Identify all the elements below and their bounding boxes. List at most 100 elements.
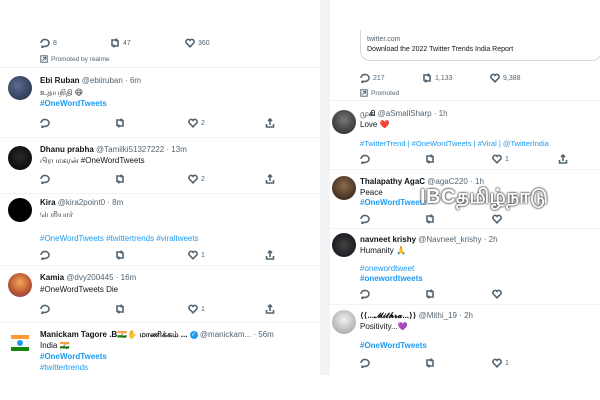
hashtag-link[interactable]: #twittertrends [40, 363, 88, 372]
avatar[interactable] [8, 76, 32, 100]
share-button[interactable] [265, 118, 278, 128]
reply-button[interactable] [40, 174, 53, 184]
hashtag-link[interactable]: #TwitterTrend | #OneWordTweets | #Viral … [360, 139, 549, 148]
like-button[interactable]: 1 [492, 154, 509, 164]
like-button[interactable]: 1 [188, 250, 205, 260]
reply-button[interactable] [40, 118, 53, 128]
like-button[interactable]: 2 [188, 118, 205, 128]
hashtag-link[interactable]: #onewordtweet [360, 264, 414, 273]
avatar[interactable] [332, 310, 356, 334]
user-handle[interactable]: @Tamilki51327222 [96, 145, 164, 154]
reply-button[interactable]: 217 [360, 73, 385, 83]
like-count: 360 [198, 39, 210, 47]
retweet-button[interactable] [115, 174, 128, 184]
share-button[interactable] [265, 250, 278, 260]
reply-icon [360, 73, 370, 83]
timestamp[interactable]: · 2h [484, 235, 498, 244]
link-preview-card[interactable]: twitter.com Download the 2022 Twitter Tr… [360, 30, 600, 61]
user-handle[interactable]: @kira2point0 [58, 198, 105, 207]
hashtag-link[interactable]: #OneWordTweets [360, 198, 427, 207]
display-name[interactable]: ⟨⟨...𝓜𝓲𝓽𝓱𝓻𝓪...⟩⟩ [360, 311, 416, 320]
user-handle[interactable]: @dvy200445 [66, 273, 113, 282]
timestamp[interactable]: · 13m [166, 145, 186, 154]
avatar[interactable] [332, 110, 356, 134]
retweet-button[interactable]: 1,133 [422, 73, 453, 83]
timestamp[interactable]: · 1h [434, 109, 448, 118]
avatar[interactable] [8, 146, 32, 170]
reply-button[interactable]: 8 [40, 38, 57, 48]
timestamp[interactable]: · 2h [459, 311, 473, 320]
display-name[interactable]: முகி [360, 109, 375, 118]
like-button[interactable] [492, 214, 505, 224]
tweet-card[interactable]: Kira @kira2point0 · 8m பெரியார் #OneWord… [0, 194, 320, 266]
display-name[interactable]: Manickam Tagore .B🇮🇳✋ மாணிக்கம் ... [40, 330, 187, 339]
avatar[interactable] [332, 233, 356, 257]
tweet-actions [330, 289, 600, 303]
user-handle[interactable]: @Navneet_krishy [418, 235, 481, 244]
retweet-button[interactable] [425, 154, 438, 164]
reply-button[interactable] [360, 214, 373, 224]
reply-button[interactable] [360, 154, 373, 164]
avatar[interactable] [332, 176, 356, 200]
like-button[interactable]: 360 [185, 38, 210, 48]
user-handle[interactable]: @Mithi_19 [419, 311, 457, 320]
retweet-button[interactable] [115, 250, 128, 260]
tweet-actions: 1 [0, 304, 320, 318]
retweet-button[interactable] [115, 304, 128, 314]
hashtag-link[interactable]: #OneWordTweets #twittertrends #viraltwee… [40, 234, 199, 243]
user-handle[interactable]: @aSmallSharp [378, 109, 432, 118]
promoted-icon [40, 55, 48, 63]
reply-button[interactable] [40, 250, 53, 260]
like-button[interactable]: 9,388 [490, 73, 521, 83]
user-handle[interactable]: @manickam... [200, 330, 251, 339]
avatar[interactable] [8, 198, 32, 222]
like-button[interactable]: 1 [188, 304, 205, 314]
display-name[interactable]: Dhanu prabha [40, 145, 94, 154]
timestamp[interactable]: · 8m [107, 198, 123, 207]
display-name[interactable]: navneet krishy [360, 235, 416, 244]
reply-button[interactable] [40, 304, 53, 314]
reply-button[interactable] [360, 358, 373, 368]
hashtag-link[interactable]: #OneWordTweets [40, 352, 107, 361]
display-name[interactable]: Kira [40, 198, 56, 207]
retweet-button[interactable] [115, 118, 128, 128]
user-handle[interactable]: @ebiiruban [82, 76, 123, 85]
like-button[interactable] [492, 289, 505, 299]
tweet-card[interactable]: Kamia @dvy200445 · 16m #OneWordTweets Di… [0, 266, 320, 323]
retweet-button[interactable] [425, 214, 438, 224]
hashtag-link[interactable]: #OneWordTweets [40, 99, 107, 108]
display-name[interactable]: Kamia [40, 273, 64, 282]
timestamp[interactable]: · 56m [253, 330, 273, 339]
share-button[interactable] [265, 304, 278, 314]
tweet-card[interactable]: Ebi Ruban @ebiiruban · 6m உதயநிதி 😄 #One… [0, 68, 320, 138]
tweet-card[interactable]: ⟨⟨...𝓜𝓲𝓽𝓱𝓻𝓪...⟩⟩ @Mithi_19 · 2h Positivi… [330, 305, 600, 375]
retweet-button[interactable] [425, 358, 438, 368]
tweet-card[interactable]: Manickam Tagore .B🇮🇳✋ மாணிக்கம் ... ✓ @m… [0, 323, 320, 375]
like-button[interactable]: 1 [492, 358, 509, 368]
avatar[interactable] [8, 331, 32, 355]
share-button[interactable] [265, 174, 278, 184]
retweet-icon [116, 250, 124, 260]
user-handle[interactable]: @agaC220 [427, 177, 468, 186]
tweet-card[interactable]: navneet krishy @Navneet_krishy · 2h Huma… [330, 229, 600, 305]
avatar[interactable] [8, 273, 32, 297]
share-button[interactable] [558, 154, 571, 164]
hashtag-link[interactable]: #onewordtweets [360, 274, 423, 283]
display-name[interactable]: Ebi Ruban [40, 76, 80, 85]
timestamp[interactable]: · 1h [470, 177, 484, 186]
retweet-button[interactable] [425, 289, 438, 299]
tweet-actions: 2 [0, 174, 320, 188]
tweet-card[interactable]: Dhanu prabha @Tamilki51327222 · 13m பிரப… [0, 138, 320, 195]
retweet-button[interactable]: 47 [110, 38, 131, 48]
reply-button[interactable] [360, 289, 373, 299]
tweet-text: பிரபாகரன் #OneWordTweets [40, 156, 145, 165]
timestamp[interactable]: · 6m [125, 76, 141, 85]
tweet-text: Love ❤️ [360, 120, 390, 129]
link-domain: twitter.com [367, 36, 401, 43]
hashtag-link[interactable]: #OneWordTweets [360, 341, 427, 350]
timestamp[interactable]: · 16m [116, 273, 136, 282]
like-button[interactable]: 2 [188, 174, 205, 184]
retweet-icon [426, 154, 434, 164]
display-name[interactable]: Thalapathy AgaC [360, 177, 425, 186]
tweet-card[interactable]: முகி @aSmallSharp · 1h Love ❤️ #TwitterT… [330, 102, 600, 170]
